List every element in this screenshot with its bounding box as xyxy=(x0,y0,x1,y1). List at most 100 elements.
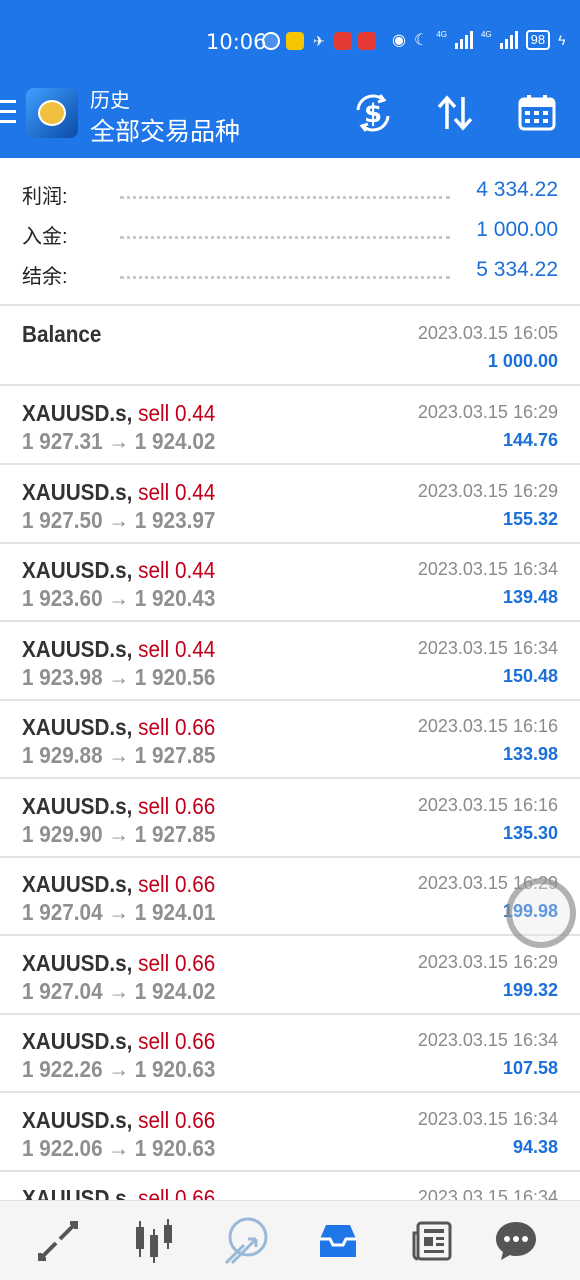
open-price: 1 927.04 xyxy=(22,899,103,925)
open-price: 1 927.31 xyxy=(22,428,103,454)
quotes-icon xyxy=(38,1221,78,1261)
trade-side: sell 0.66 xyxy=(138,871,216,897)
sort-button[interactable] xyxy=(432,90,478,136)
arrow-icon: → xyxy=(108,977,130,1004)
trade-profit: 133.98 xyxy=(502,744,558,764)
trade-row[interactable]: XAUUSD.s, sell 0.44 1 927.31 → 1 924.02 20… xyxy=(0,386,580,465)
symbol-name: XAUUSD.s, xyxy=(22,635,133,662)
trade-profit: 199.32 xyxy=(502,979,558,1000)
calendar-button[interactable] xyxy=(514,90,560,136)
open-price: 1 922.06 xyxy=(22,1134,103,1161)
trade-profit: 150.48 xyxy=(502,665,558,686)
close-price: 1 920.63 xyxy=(134,1056,216,1082)
trade-row[interactable]: XAUUSD.s, sell 0.66 1 927.04 → 1 924.02 20… xyxy=(0,936,580,1015)
symbol-name: XAUUSD.s, xyxy=(22,557,133,583)
nav-chart[interactable] xyxy=(124,1213,180,1269)
trade-symbol: XAUUSD.s, sell 0.44 xyxy=(22,557,215,584)
trade-date: 2023.03.15 16:34 xyxy=(417,559,558,579)
trade-prices: 1 929.90 → 1 927.85 xyxy=(22,821,215,848)
symbol-name: XAUUSD.s, xyxy=(22,792,133,819)
nav-trade[interactable] xyxy=(218,1213,274,1269)
currency-swap-icon: $ xyxy=(356,94,390,132)
nav-history[interactable] xyxy=(310,1213,366,1269)
trade-prices: 1 929.88 → 1 927.85 xyxy=(22,742,215,769)
trade-date: 2023.03.15 16:29 xyxy=(417,951,558,972)
symbol-name: XAUUSD.s, xyxy=(22,949,133,976)
symbol-filter[interactable]: 全部交易品种 xyxy=(90,112,240,148)
close-price: 1 924.02 xyxy=(134,428,216,454)
trade-symbol: XAUUSD.s, sell 0.66 xyxy=(22,871,215,898)
nav-quotes[interactable] xyxy=(30,1213,86,1269)
open-price: 1 929.90 xyxy=(22,820,103,847)
trade-prices: 1 922.26 → 1 920.63 xyxy=(22,1056,215,1083)
trade-row[interactable]: XAUUSD.s, sell 0.66 1 929.88 → 1 927.85 20… xyxy=(0,700,580,779)
trade-prices: 1 927.04 → 1 924.02 xyxy=(22,978,215,1005)
arrow-icon: → xyxy=(108,428,130,454)
nav-news[interactable] xyxy=(404,1213,460,1269)
open-price: 1 923.98 xyxy=(22,663,103,690)
balance-row[interactable]: Balance 2023.03.15 16:05 1 000.00 xyxy=(0,307,580,386)
trade-symbol: XAUUSD.s, sell 0.66 xyxy=(22,950,215,977)
trade-row[interactable]: XAUUSD.s, sell 0.66 1 922.06 → 1 920.63 20… xyxy=(0,1093,580,1172)
trade-prices: 1 927.04 → 1 924.01 xyxy=(22,899,215,926)
arrow-icon: → xyxy=(108,663,130,690)
chat-icon xyxy=(496,1222,536,1260)
trade-date: 2023.03.15 16:16 xyxy=(417,716,558,736)
calendar-icon xyxy=(518,95,556,131)
currency-swap-button[interactable]: $ xyxy=(350,90,396,136)
app-header: 10:06 ✈ ◉ ☾ 4G 4G 98 ϟ 历史 全部交易品种 $ xyxy=(0,0,580,158)
trade-side: sell 0.44 xyxy=(138,478,216,505)
trade-icon xyxy=(224,1217,268,1265)
trade-row[interactable]: XAUUSD.s, sell 0.44 1 923.98 → 1 920.56 20… xyxy=(0,622,580,701)
trade-row[interactable]: XAUUSD.s, sell 0.44 1 927.50 → 1 923.97 20… xyxy=(0,465,580,544)
trade-date: 2023.03.15 16:29 xyxy=(417,480,558,501)
battery-icon: 98 xyxy=(525,30,551,50)
status-right: ◉ ☾ 4G 4G 98 ϟ xyxy=(392,30,566,50)
trade-profit: 135.30 xyxy=(502,822,558,843)
trade-profit: 155.32 xyxy=(502,508,558,529)
trade-profit: 94.38 xyxy=(512,1136,558,1157)
trade-side: sell 0.66 xyxy=(138,1028,216,1054)
trade-symbol: XAUUSD.s, sell 0.66 xyxy=(22,1028,215,1055)
trade-prices: 1 923.98 → 1 920.56 xyxy=(22,664,215,691)
trade-row[interactable]: XAUUSD.s, sell 0.66 1 929.90 → 1 927.85 20… xyxy=(0,779,580,858)
trade-row[interactable]: XAUUSD.s, sell 0.44 1 923.60 → 1 920.43 20… xyxy=(0,543,580,622)
status-bar: 10:06 ✈ ◉ ☾ 4G 4G 98 ϟ xyxy=(0,26,580,60)
summary-label: 利润: xyxy=(22,186,68,208)
trade-prices: 1 923.60 → 1 920.43 xyxy=(22,585,215,612)
trade-row[interactable]: XAUUSD.s, sell 0.66 1 922.26 → 1 920.63 20… xyxy=(0,1014,580,1093)
row-amount: 1 000.00 xyxy=(487,351,558,371)
trade-date: 2023.03.15 16:34 xyxy=(417,637,558,658)
open-price: 1 927.50 xyxy=(22,506,103,533)
menu-icon[interactable] xyxy=(0,100,16,126)
trade-side: sell 0.44 xyxy=(138,400,216,426)
dotted-leader xyxy=(120,236,450,239)
open-price: 1 927.04 xyxy=(22,977,103,1004)
summary-value: 1 000.00 xyxy=(476,218,558,241)
close-price: 1 924.02 xyxy=(134,977,216,1004)
balance-title: Balance xyxy=(22,321,102,347)
status-time: 10:06 xyxy=(206,30,267,54)
summary-value: 4 334.22 xyxy=(476,178,558,201)
trade-row[interactable]: XAUUSD.s, sell 0.66 1 927.04 → 1 924.01 20… xyxy=(0,857,580,936)
trade-prices: 1 927.50 → 1 923.97 xyxy=(22,507,215,534)
touch-indicator xyxy=(506,878,576,948)
trade-symbol: XAUUSD.s, sell 0.66 xyxy=(22,714,215,741)
dotted-leader xyxy=(120,276,450,279)
trade-date: 2023.03.15 16:29 xyxy=(417,402,558,422)
trade-prices: 1 927.31 → 1 924.02 xyxy=(22,428,215,455)
trade-side: sell 0.66 xyxy=(138,1106,216,1133)
app-notification-icon xyxy=(262,32,280,50)
nav-chat[interactable] xyxy=(488,1213,544,1269)
trade-side: sell 0.44 xyxy=(138,635,216,662)
close-price: 1 920.63 xyxy=(134,1134,216,1161)
signal-4g-label-2: 4G xyxy=(480,30,492,39)
arrow-icon: → xyxy=(108,585,130,611)
open-price: 1 929.88 xyxy=(22,742,103,768)
arrow-icon: → xyxy=(108,742,130,768)
summary-value: 5 334.22 xyxy=(476,258,558,281)
symbol-name: XAUUSD.s, xyxy=(22,1106,133,1133)
notification-icons: ✈ xyxy=(262,32,376,50)
app-notification-icon: ✈ xyxy=(313,33,325,49)
trade-profit: 139.48 xyxy=(502,587,558,607)
